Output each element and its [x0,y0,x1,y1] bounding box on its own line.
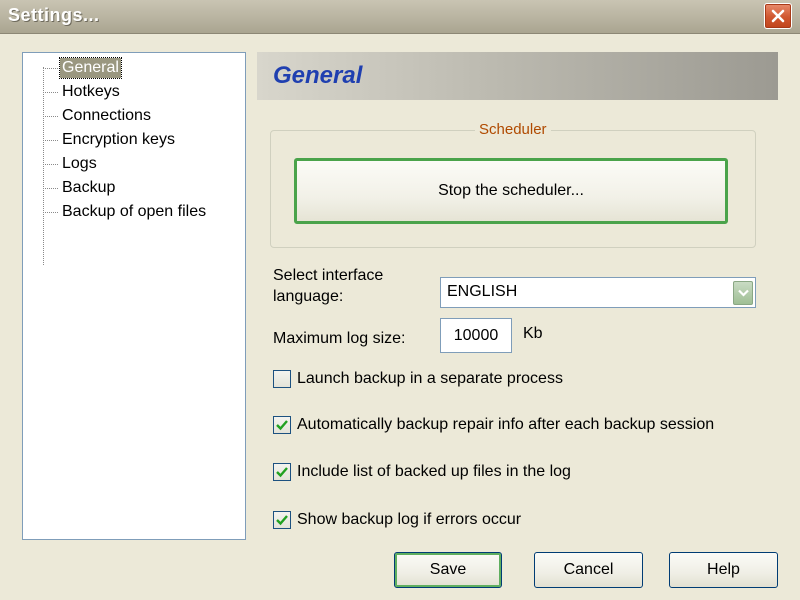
stop-scheduler-label: Stop the scheduler... [438,182,584,199]
check-icon [276,420,288,431]
cancel-button[interactable]: Cancel [534,552,643,588]
save-label: Save [429,561,467,578]
tree-item-hotkeys[interactable]: Hotkeys [43,81,122,103]
chevron-down-icon [738,289,749,297]
language-label-line2: language: [273,288,344,305]
help-label: Help [707,561,740,578]
tree-item-encryption-keys[interactable]: Encryption keys [43,129,177,151]
tree-item-label: Backup of open files [62,203,207,220]
scheduler-group-label: Scheduler [475,121,551,138]
log-size-unit: Kb [523,325,543,342]
stop-scheduler-button[interactable]: Stop the scheduler... [294,158,728,224]
log-size-value: 10000 [453,326,499,344]
check-icon [276,467,288,478]
option-label: Launch backup in a separate process [297,370,563,387]
tree-item-label: Hotkeys [62,83,120,100]
log-size-input[interactable]: 10000 [440,318,512,353]
scheduler-group: Scheduler Stop the scheduler... [270,121,756,248]
title-bar: Settings... [0,0,800,34]
language-label-line1: Select interface [273,267,384,284]
tree-item-label: Logs [62,155,97,172]
panel-title: General [273,62,363,89]
tree-item-backup-open-files[interactable]: Backup of open files [43,201,208,223]
tree-item-label: Connections [62,107,151,124]
separate-process-checkbox[interactable] [273,370,291,388]
log-size-label: Maximum log size: [273,330,406,347]
window-title: Settings... [8,5,100,25]
repair-info-checkbox[interactable] [273,416,291,434]
settings-tree: General Hotkeys Connections Encryption k… [22,52,246,540]
show-log-on-error-checkbox[interactable] [273,511,291,529]
option-include-file-list[interactable]: Include list of backed up files in the l… [273,461,571,483]
language-value: ENGLISH [447,283,518,300]
option-separate-process[interactable]: Launch backup in a separate process [273,368,563,390]
tree-item-backup[interactable]: Backup [43,177,117,199]
language-select[interactable]: ENGLISH [440,277,756,308]
tree-item-connections[interactable]: Connections [43,105,153,127]
save-button[interactable]: Save [394,552,502,588]
close-icon [771,9,785,23]
cancel-label: Cancel [563,561,614,578]
option-show-log-on-error[interactable]: Show backup log if errors occur [273,509,521,531]
tree-item-label: Encryption keys [62,131,175,148]
include-file-list-checkbox[interactable] [273,463,291,481]
option-label: Show backup log if errors occur [297,511,522,528]
close-button[interactable] [764,3,792,29]
check-icon [276,515,288,526]
option-label: Include list of backed up files in the l… [297,463,571,480]
tree-item-logs[interactable]: Logs [43,153,99,175]
help-button[interactable]: Help [669,552,778,588]
panel-header: General [257,52,778,100]
tree-item-label: Backup [62,179,116,196]
option-label: Automatically backup repair info after e… [297,416,715,433]
tree-item-general[interactable]: General [43,57,122,79]
option-repair-info[interactable]: Automatically backup repair info after e… [273,414,714,436]
tree-item-label: General [59,57,122,79]
language-dropdown-button[interactable] [733,281,753,305]
